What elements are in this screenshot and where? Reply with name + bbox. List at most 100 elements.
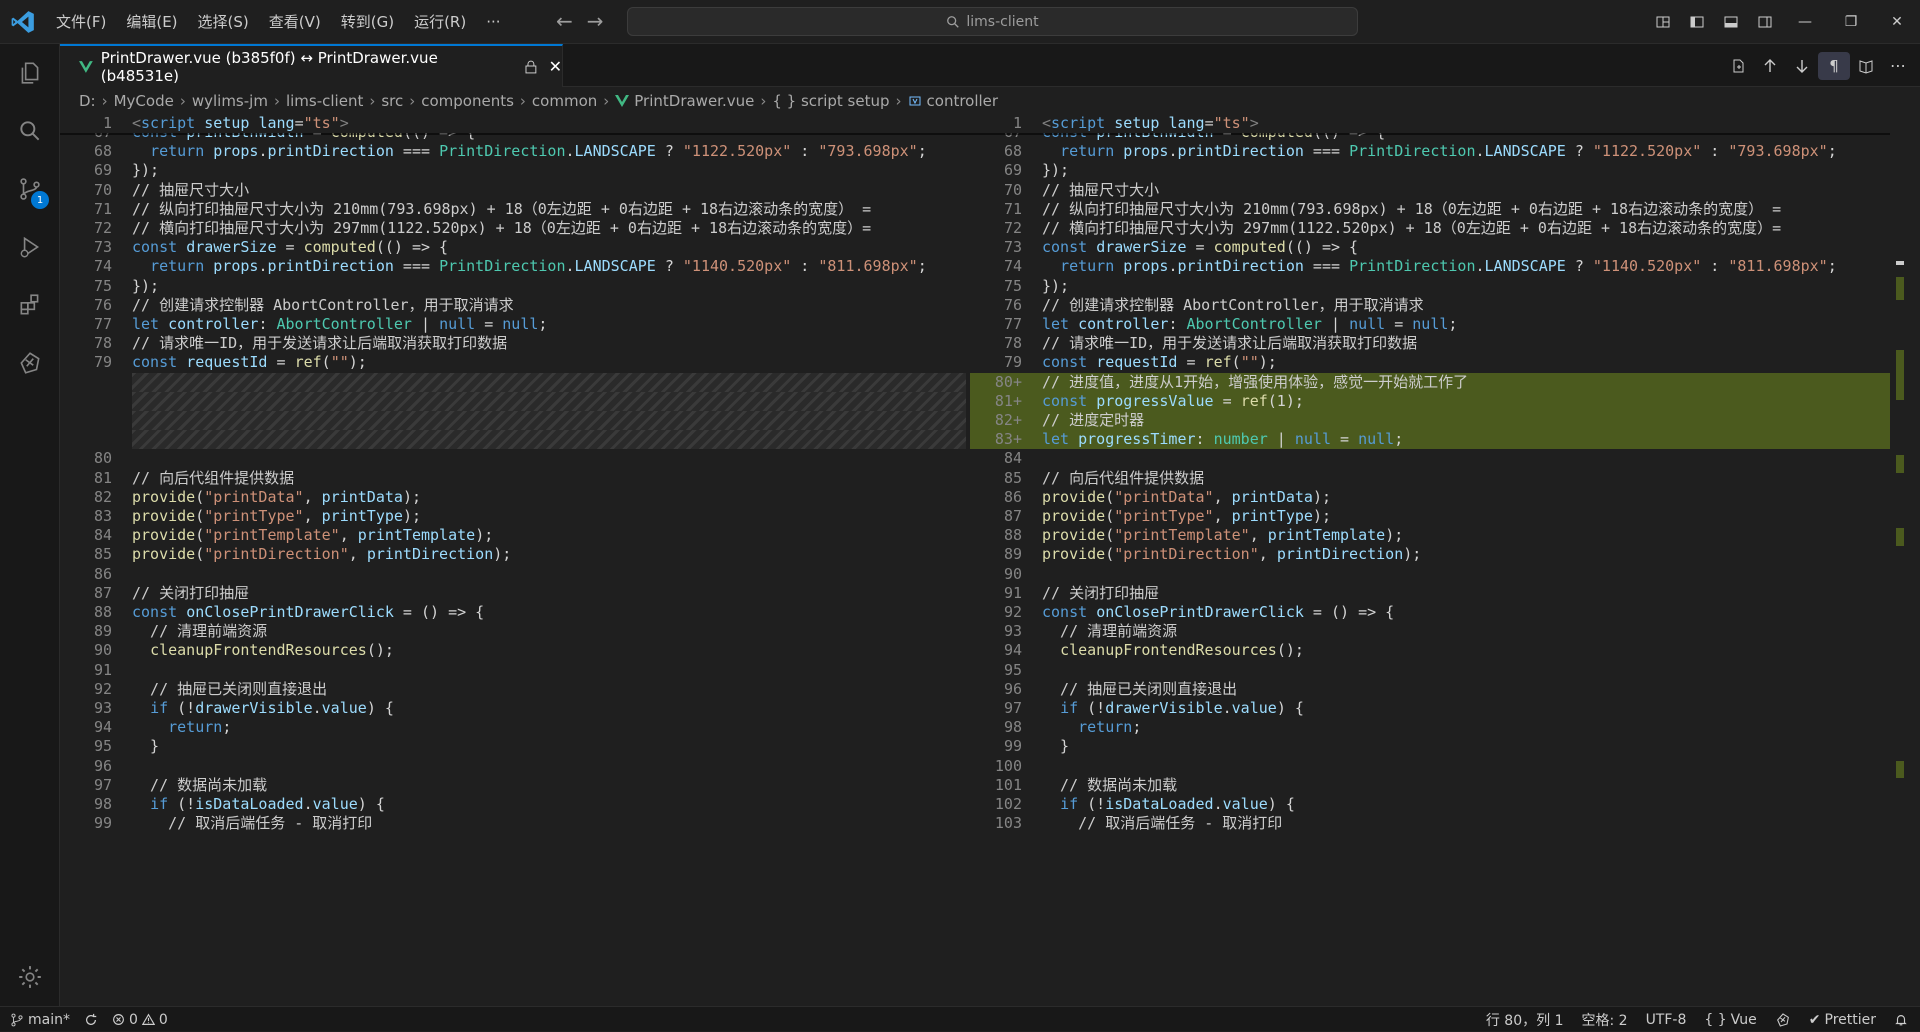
code-line[interactable]: 85 provide("printDirection", printDirecti… (60, 545, 970, 564)
code-line[interactable]: 91 // 关闭打印抽屉 (970, 584, 1890, 603)
code-line[interactable]: 69}); (60, 161, 970, 180)
code-line[interactable]: 75}); (60, 277, 970, 296)
code-line[interactable]: 92 const onClosePrintDrawerClick = () => … (970, 603, 1890, 622)
code-line[interactable]: 73 const drawerSize = computed(() => { (970, 238, 1890, 257)
problems-indicator[interactable]: 0 0 (112, 1012, 168, 1028)
diff-empty-filler[interactable] (132, 391, 966, 411)
code-line[interactable]: 77 let controller: AbortController | null… (970, 315, 1890, 334)
code-line[interactable]: 77 let controller: AbortController | null… (60, 315, 970, 334)
code-line[interactable]: 79 const requestId = ref(""); (60, 353, 970, 372)
code-line[interactable]: 93 if (!drawerVisible.value) { (60, 699, 970, 718)
code-line[interactable]: 99 } (970, 737, 1890, 756)
source-control-icon[interactable]: 1 (0, 160, 60, 218)
settings-gear-icon[interactable] (0, 948, 60, 1006)
code-line[interactable]: 96 (60, 757, 970, 776)
run-debug-icon[interactable] (0, 218, 60, 276)
code-line[interactable]: 96 // 抽屉已关闭则直接退出 (970, 680, 1890, 699)
code-line[interactable]: 76 // 创建请求控制器 AbortController，用于取消请求 (970, 296, 1890, 315)
code-line[interactable]: 72 // 横向打印抽屉尺寸大小为 297mm(1122.520px) + 18（… (970, 219, 1890, 238)
code-line[interactable]: 74 return props.printDirection === Print… (970, 257, 1890, 276)
code-line[interactable]: 83 provide("printType", printType); (60, 507, 970, 526)
notifications-bell-icon[interactable] (1894, 1013, 1908, 1027)
code-line[interactable]: 86 provide("printData", printData); (970, 488, 1890, 507)
extensions-icon[interactable] (0, 276, 60, 334)
code-line[interactable]: 68 return props.printDirection === Print… (970, 142, 1890, 161)
breadcrumb-drive[interactable]: D: (79, 92, 96, 110)
back-arrow-icon[interactable]: ← (556, 10, 573, 32)
breadcrumb-common[interactable]: common (532, 92, 597, 110)
breadcrumb-src[interactable]: src (381, 92, 403, 110)
diff-added-line[interactable]: 82+ // 进度定时器 (970, 411, 1890, 431)
menu-more[interactable]: ··· (476, 0, 510, 44)
diff-modified-pane[interactable]: 1<script setup lang="ts">67const printBt… (970, 114, 1890, 1006)
sync-icon[interactable] (84, 1013, 98, 1027)
open-file-icon[interactable] (1722, 52, 1754, 80)
code-line[interactable]: 71 // 纵向打印抽屉尺寸大小为 210mm(793.698px) + 18（0… (970, 200, 1890, 219)
code-line[interactable]: 88 provide("printTemplate", printTemplate… (970, 526, 1890, 545)
indentation[interactable]: 空格: 2 (1581, 1010, 1627, 1030)
customize-layout-icon[interactable] (1646, 0, 1680, 44)
code-line[interactable]: 74 return props.printDirection === Print… (60, 257, 970, 276)
encoding[interactable]: UTF-8 (1646, 1012, 1687, 1028)
remote-icon[interactable] (0, 334, 60, 392)
code-line[interactable]: 99 // 取消后端任务 - 取消打印 (60, 814, 970, 833)
code-line[interactable]: 89 provide("printDirection", printDirecti… (970, 545, 1890, 564)
menu-edit[interactable]: 编辑(E) (116, 0, 187, 44)
more-actions-icon[interactable]: ⋯ (1882, 52, 1914, 80)
code-line[interactable]: 79 const requestId = ref(""); (970, 353, 1890, 372)
code-line[interactable]: 102 if (!isDataLoaded.value) { (970, 795, 1890, 814)
diff-added-line[interactable]: 83+ let progressTimer: number | null = nu… (970, 430, 1890, 450)
breadcrumb-wylims[interactable]: wylims-jm (192, 92, 268, 110)
minimize-icon[interactable]: — (1782, 0, 1828, 44)
menu-run[interactable]: 运行(R) (404, 0, 476, 44)
code-line[interactable]: 89 // 清理前端资源 (60, 622, 970, 641)
code-line[interactable]: 84 provide("printTemplate", printTemplate… (60, 526, 970, 545)
diff-original-pane[interactable]: 1<script setup lang="ts">67const printBt… (60, 114, 970, 1006)
diff-added-line[interactable]: 80+ // 进度值，进度从1开始，增强使用体验，感觉一开始就工作了 (970, 372, 1890, 392)
prettier-status[interactable]: ✔ Prettier (1809, 1012, 1876, 1028)
window-close-icon[interactable]: ✕ (1874, 0, 1920, 44)
code-line[interactable]: 87 // 关闭打印抽屉 (60, 584, 970, 603)
code-line[interactable]: 78 // 请求唯一ID，用于发送请求让后端取消获取打印数据 (60, 334, 970, 353)
search-icon[interactable] (0, 102, 60, 160)
previous-change-icon[interactable] (1754, 52, 1786, 80)
code-line[interactable]: 101 // 数据尚未加载 (970, 776, 1890, 795)
breadcrumb-components[interactable]: components (421, 92, 514, 110)
code-line[interactable]: 86 (60, 565, 970, 584)
code-line[interactable]: 72 // 横向打印抽屉尺寸大小为 297mm(1122.520px) + 18（… (60, 219, 970, 238)
code-line[interactable]: 94 cleanupFrontendResources(); (970, 641, 1890, 660)
tab-diff-printdrawer[interactable]: PrintDrawer.vue (b385f0f) ↔ PrintDrawer.… (60, 44, 563, 87)
code-line[interactable]: 90 (970, 565, 1890, 584)
breadcrumb-controller[interactable]: controller (927, 92, 999, 110)
breadcrumb-mycode[interactable]: MyCode (114, 92, 174, 110)
show-whitespace-icon[interactable]: ¶ (1818, 51, 1850, 80)
breadcrumb-script-setup[interactable]: { } script setup (772, 92, 889, 110)
code-line[interactable]: 75}); (970, 277, 1890, 296)
breadcrumb-file[interactable]: PrintDrawer.vue (634, 92, 754, 110)
code-line[interactable]: 84 (970, 449, 1890, 468)
code-line[interactable]: 97 if (!drawerVisible.value) { (970, 699, 1890, 718)
code-line[interactable]: 69}); (970, 161, 1890, 180)
toggle-secondary-sidebar-icon[interactable] (1748, 0, 1782, 44)
language-mode[interactable]: { } Vue (1704, 1012, 1756, 1028)
sticky-scroll-line[interactable]: 1 <script setup lang="ts"> (970, 114, 1890, 133)
menu-selection[interactable]: 选择(S) (188, 0, 259, 44)
code-line[interactable]: 92 // 抽屉已关闭则直接退出 (60, 680, 970, 699)
code-line[interactable]: 91 (60, 661, 970, 680)
restore-icon[interactable]: ❐ (1828, 0, 1874, 44)
sticky-scroll-line[interactable]: 1 <script setup lang="ts"> (60, 114, 970, 133)
code-line[interactable]: 76 // 创建请求控制器 AbortController，用于取消请求 (60, 296, 970, 315)
code-line[interactable]: 88 const onClosePrintDrawerClick = () => … (60, 603, 970, 622)
code-line[interactable]: 90 cleanupFrontendResources(); (60, 641, 970, 660)
toggle-panel-icon[interactable] (1714, 0, 1748, 44)
code-line[interactable]: 87 provide("printType", printType); (970, 507, 1890, 526)
copilot-icon[interactable] (1775, 1012, 1791, 1028)
code-line[interactable]: 100 (970, 757, 1890, 776)
code-line[interactable]: 95 (970, 661, 1890, 680)
code-line[interactable]: 73 const drawerSize = computed(() => { (60, 238, 970, 257)
code-line[interactable]: 98 if (!isDataLoaded.value) { (60, 795, 970, 814)
next-change-icon[interactable] (1786, 52, 1818, 80)
diff-empty-filler[interactable] (132, 411, 966, 431)
close-icon[interactable]: ✕ (549, 57, 562, 76)
menu-file[interactable]: 文件(F) (46, 0, 116, 44)
